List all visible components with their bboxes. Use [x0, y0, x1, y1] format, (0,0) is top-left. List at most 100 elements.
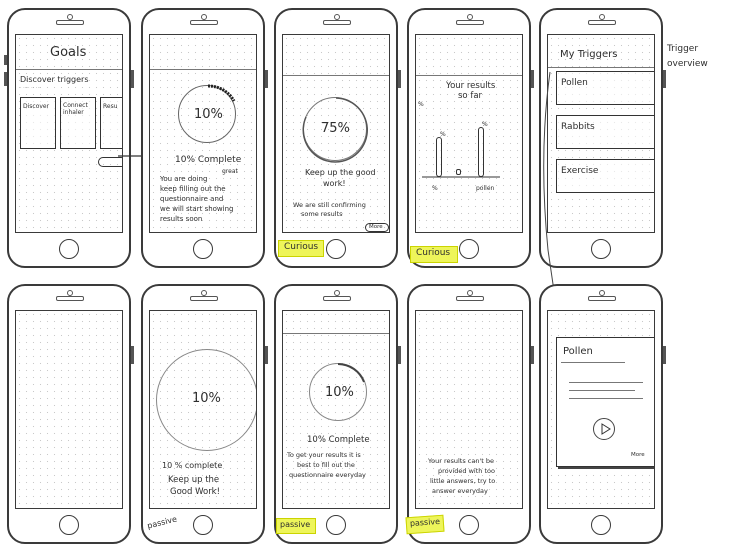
progress-percent: 10% [325, 385, 354, 400]
home-button[interactable] [326, 515, 346, 535]
tag-curious: Curious [410, 246, 458, 263]
results-title: so far [458, 91, 483, 101]
speaker [456, 296, 484, 301]
speaker [190, 20, 218, 25]
message-line: some results [301, 210, 343, 218]
message-line: We are still confirming [293, 201, 366, 209]
text-line [569, 382, 643, 383]
progress-percent: 10% [194, 107, 223, 122]
message-line: provided with too [438, 467, 495, 475]
home-button[interactable] [459, 515, 479, 535]
trigger-item-rabbits[interactable]: Rabbits [556, 115, 654, 149]
phone-passive-10: 10% 10 % complete Keep up the Good Work! [141, 284, 268, 544]
speaker [190, 296, 218, 301]
trigger-item-exercise[interactable]: Exercise [556, 159, 654, 193]
power-button [663, 70, 666, 88]
note-line: keep filling out the [160, 185, 226, 193]
more-label: More [369, 224, 383, 230]
card-label: Discover [23, 103, 50, 110]
note-line: we will start showing [160, 205, 234, 213]
message-line: To get your results it is [287, 451, 361, 459]
home-button[interactable] [193, 239, 213, 259]
note-line: questionnaire and [160, 195, 224, 203]
page-title: Goals [50, 45, 87, 60]
more-link[interactable]: More [631, 452, 645, 458]
phone-passive-10b: 10% 10% Complete To get your results it … [274, 284, 401, 544]
progress-percent: 75% [321, 121, 350, 136]
speaker [588, 20, 616, 25]
speaker [56, 296, 84, 301]
tag-label: Curious [284, 242, 319, 252]
screen: 10% 10% Complete great You are doing kee… [149, 34, 257, 233]
home-button[interactable] [193, 515, 213, 535]
x-label: pollen [476, 185, 495, 192]
message-line: Good Work! [170, 487, 221, 497]
phone-goals: Goals Discover triggers · ···· ·· ··· Di… [4, 8, 134, 268]
play-icon [601, 423, 611, 435]
title-underline [561, 362, 625, 363]
speaker [456, 20, 484, 25]
trigger-item-pollen[interactable]: Pollen [556, 71, 654, 105]
tag-passive: passive [405, 514, 445, 535]
screen: Goals Discover triggers · ···· ·· ··· Di… [15, 34, 123, 233]
progress-status: 10% Complete [175, 155, 242, 165]
header-divider [150, 69, 256, 70]
power-button [265, 346, 268, 364]
note-great: great [222, 168, 238, 175]
phone-progress-75: 75% Keep up the good work! We are still … [274, 8, 401, 268]
screen: Pollen More [547, 310, 655, 509]
speaker [56, 20, 84, 25]
progress-status: 10% Complete [307, 435, 370, 445]
home-button[interactable] [591, 239, 611, 259]
power-button [398, 346, 401, 364]
screen: 10% 10 % complete Keep up the Good Work! [149, 310, 257, 509]
phone-pollen-detail: Pollen More [539, 284, 666, 544]
home-button[interactable] [59, 515, 79, 535]
phone-progress-10: 10% 10% Complete great You are doing kee… [141, 8, 268, 268]
speaker [323, 296, 351, 301]
home-button[interactable] [326, 239, 346, 259]
tag-curious: Curious [278, 240, 324, 257]
x-label: % [432, 185, 438, 192]
header-divider [548, 67, 654, 68]
bar-label: % [440, 131, 446, 138]
power-button [265, 70, 268, 88]
message-line: little answers, try to [430, 477, 496, 485]
message-line: Your results can't be [428, 457, 494, 465]
section-subtitle-scribble: · ···· ·· ··· [20, 85, 41, 91]
detail-title: Pollen [563, 346, 593, 357]
power-button [131, 70, 134, 88]
message-line: answer everyday [432, 487, 488, 495]
speaker [323, 20, 351, 25]
speaker [588, 296, 616, 301]
message-line: Keep up the good [305, 168, 376, 177]
text-line [569, 390, 635, 391]
message-line: best to fill out the [297, 461, 355, 469]
header-divider [283, 75, 389, 76]
volume-button [4, 55, 7, 65]
results-title: Your results [446, 81, 496, 91]
home-button[interactable] [59, 239, 79, 259]
volume-button [4, 72, 7, 86]
screen: Your results can't be provided with too … [415, 310, 523, 509]
screen: 75% Keep up the good work! We are still … [282, 34, 390, 233]
bar-right [478, 127, 484, 177]
power-button [531, 70, 534, 88]
note-line: You are doing [160, 175, 208, 183]
phone-passive-text: Your results can't be provided with too … [407, 284, 534, 544]
message-line: questionnaire everyday [289, 471, 366, 479]
home-button[interactable] [459, 239, 479, 259]
card-label: Resu [103, 103, 118, 110]
card-label: Connect inhaler [63, 102, 88, 116]
power-button [663, 346, 666, 364]
power-button [531, 346, 534, 364]
header-divider [416, 75, 522, 76]
home-button[interactable] [591, 515, 611, 535]
screen [15, 310, 123, 509]
header-divider [283, 333, 389, 334]
card-connect-inhaler[interactable]: Connect inhaler [60, 97, 96, 149]
card-results[interactable]: Resu [100, 97, 122, 149]
message-line: work! [323, 179, 346, 188]
more-button[interactable]: More [365, 223, 389, 232]
card-discover[interactable]: Discover [20, 97, 56, 149]
